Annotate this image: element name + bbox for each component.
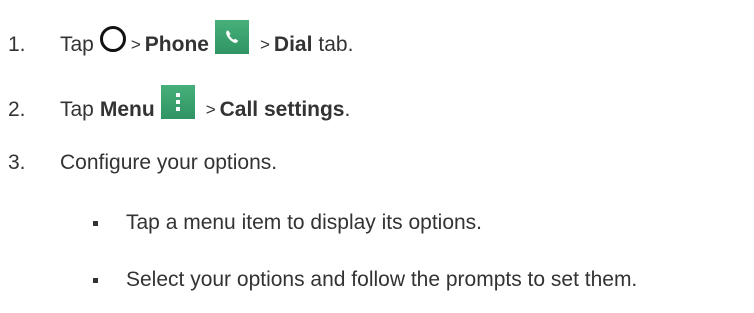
square-bullet-icon [93, 220, 98, 226]
separator: > [205, 100, 216, 119]
separator: > [259, 35, 270, 54]
step-number: 1. [8, 33, 26, 56]
square-bullet-icon [93, 277, 98, 283]
separator: > [130, 35, 141, 54]
step-text-tap: Tap [60, 98, 94, 121]
step-1: 1. Tap > Phone > Dial tab. [8, 20, 354, 62]
step-text-tap: Tap [60, 33, 94, 56]
phone-label: Phone [144, 33, 209, 56]
step-number: 2. [8, 98, 26, 121]
step-2: 2. Tap Menu > Call settings . [8, 85, 351, 127]
call-settings-label: Call settings [219, 98, 345, 121]
dial-label: Dial [273, 33, 313, 56]
home-circle-icon [99, 26, 126, 52]
menu-label: Menu [99, 98, 155, 121]
bullet-text: Tap a menu item to display its options. [126, 211, 483, 234]
tab-text: tab. [318, 33, 354, 56]
menu-dots-icon [160, 85, 195, 119]
step-text: Configure your options. [60, 151, 278, 174]
step-number: 3. [8, 151, 26, 174]
phone-app-icon [214, 20, 249, 54]
bullet-text: Select your options and follow the promp… [126, 268, 638, 291]
bullet-item-2: Select your options and follow the promp… [93, 268, 637, 292]
bullet-item-1: Tap a menu item to display its options. [93, 211, 482, 235]
step-3: 3. Configure your options. [8, 151, 277, 175]
period: . [344, 98, 351, 121]
